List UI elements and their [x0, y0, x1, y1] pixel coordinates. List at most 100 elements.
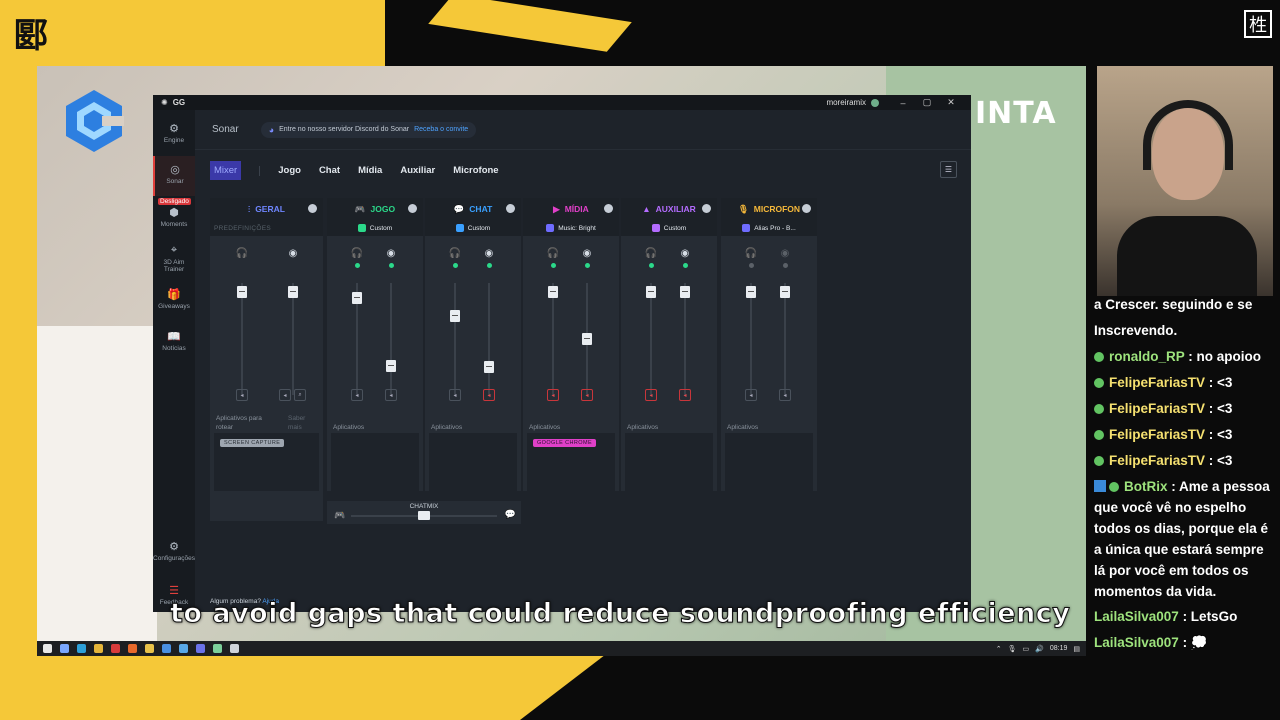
mute-button[interactable]: ◂	[745, 389, 757, 401]
gear-icon[interactable]	[308, 204, 317, 213]
monitor-button[interactable]: ⌕	[294, 389, 306, 401]
stream-fader[interactable]: ◉	[383, 248, 399, 395]
channel-preset[interactable]: Custom	[621, 220, 717, 236]
app-icon[interactable]	[162, 644, 171, 653]
apps-dropzone[interactable]: SCREEN CAPTURE	[214, 433, 319, 491]
headphone-fader[interactable]: 🎧	[743, 248, 759, 395]
chatmix-slider[interactable]: CHATMIX 🎮 💬	[327, 501, 521, 524]
tab-game[interactable]: Jogo	[278, 165, 301, 176]
fader-knob[interactable]	[680, 286, 690, 298]
fader-track[interactable]	[292, 283, 294, 395]
apps-dropzone[interactable]	[725, 433, 813, 491]
channel-preset[interactable]: Music: Bright	[523, 220, 619, 236]
mute-button[interactable]: ◂	[351, 389, 363, 401]
fader-track[interactable]	[784, 283, 786, 395]
sidebar-item-news[interactable]: 📖 Notícias	[153, 330, 195, 352]
username[interactable]: moreiramix	[826, 98, 866, 107]
fader-knob[interactable]	[548, 286, 558, 298]
fader-knob[interactable]	[237, 286, 247, 298]
sidebar-item-sonar[interactable]: ◎ Sonar	[153, 156, 195, 196]
sidebar-item-moments[interactable]: ⬢ Moments	[153, 206, 195, 228]
mute-button-active[interactable]: ◂	[679, 389, 691, 401]
app-icon[interactable]	[111, 644, 120, 653]
stream-fader[interactable]: ◉	[481, 248, 497, 395]
discord-banner[interactable]: ◕ Entre no nosso servidor Discord do Son…	[260, 121, 477, 138]
mute-button[interactable]: ◂	[779, 389, 791, 401]
gear-icon[interactable]	[506, 204, 515, 213]
folder-icon[interactable]	[145, 644, 154, 653]
mute-button-active[interactable]: ◂	[547, 389, 559, 401]
mute-button-active[interactable]: ◂	[581, 389, 593, 401]
mute-button[interactable]: ◂	[236, 389, 248, 401]
fader-track[interactable]	[552, 283, 554, 395]
tab-aux[interactable]: Auxiliar	[400, 165, 435, 176]
chrome-icon[interactable]	[94, 644, 103, 653]
mute-button[interactable]: ◂	[385, 389, 397, 401]
learn-more-link[interactable]: Saber mais	[288, 414, 314, 432]
minimize-button[interactable]: –	[891, 98, 915, 108]
fader-track[interactable]	[488, 283, 490, 395]
gear-icon[interactable]	[802, 204, 811, 213]
steelseries-icon[interactable]	[230, 644, 239, 653]
gear-icon[interactable]	[702, 204, 711, 213]
fader-knob[interactable]	[386, 360, 396, 372]
apps-dropzone[interactable]	[429, 433, 517, 491]
chevron-up-icon[interactable]: ⌃	[996, 645, 1002, 653]
tab-media[interactable]: Mídia	[358, 165, 382, 176]
fader-knob[interactable]	[450, 310, 460, 322]
fader-track[interactable]	[650, 283, 652, 395]
channel-preset[interactable]: Custom	[425, 220, 521, 236]
headphone-fader[interactable]: 🎧	[234, 248, 250, 395]
fader-knob[interactable]	[746, 286, 756, 298]
tab-mic[interactable]: Microfone	[453, 165, 498, 176]
headphone-fader[interactable]: 🎧	[447, 248, 463, 395]
mute-button[interactable]: ◂	[449, 389, 461, 401]
fader-track[interactable]	[241, 283, 243, 395]
stream-fader[interactable]: ◉	[677, 248, 693, 395]
app-chip[interactable]: GOOGLE CHROME	[533, 439, 597, 447]
fader-knob[interactable]	[780, 286, 790, 298]
stream-fader[interactable]: ◉	[777, 248, 793, 395]
mute-button[interactable]: ◂	[279, 389, 291, 401]
clock[interactable]: 08:19	[1050, 645, 1068, 652]
edge-icon[interactable]	[77, 644, 86, 653]
sidebar-item-settings[interactable]: ⚙ Configurações	[153, 540, 195, 562]
mic-icon[interactable]: 🎙	[1008, 645, 1017, 653]
notifications-icon[interactable]: ▤	[1073, 645, 1080, 653]
headphone-fader[interactable]: 🎧	[643, 248, 659, 395]
apps-dropzone[interactable]	[331, 433, 419, 491]
firefox-icon[interactable]	[128, 644, 137, 653]
fader-track[interactable]	[454, 283, 456, 395]
gear-icon[interactable]	[408, 204, 417, 213]
channel-preset[interactable]: Alias Pro - B...	[721, 220, 817, 236]
mute-button-active[interactable]: ◂	[645, 389, 657, 401]
app-chip[interactable]: SCREEN CAPTURE	[220, 439, 285, 447]
stream-fader[interactable]: ◉	[579, 248, 595, 395]
fader-knob[interactable]	[484, 361, 494, 373]
sidebar-item-giveaways[interactable]: 🎁 Giveaways	[153, 288, 195, 310]
fader-knob[interactable]	[352, 292, 362, 304]
apps-dropzone[interactable]	[625, 433, 713, 491]
channel-preset[interactable]: Custom	[327, 220, 423, 236]
chatmix-knob[interactable]	[418, 511, 430, 520]
avatar[interactable]	[871, 98, 879, 107]
fader-track[interactable]	[750, 283, 752, 395]
mute-button-active[interactable]: ◂	[483, 389, 495, 401]
gear-icon[interactable]	[604, 204, 613, 213]
app-icon[interactable]	[179, 644, 188, 653]
discord-icon[interactable]	[196, 644, 205, 653]
network-icon[interactable]: ▭	[1023, 645, 1030, 653]
fader-track[interactable]	[684, 283, 686, 395]
sidebar-item-engine[interactable]: ⚙ Engine	[153, 122, 195, 144]
discord-invite-link[interactable]: Receba o convite	[414, 126, 468, 133]
fader-knob[interactable]	[288, 286, 298, 298]
tab-mixer[interactable]: Mixer	[210, 161, 242, 180]
stream-fader[interactable]: ◉	[285, 248, 301, 395]
close-button[interactable]: ✕	[939, 97, 963, 108]
fader-knob[interactable]	[582, 333, 592, 345]
fader-knob[interactable]	[646, 286, 656, 298]
fader-track[interactable]	[390, 283, 392, 395]
sidebar-item-aim-trainer[interactable]: ⌖ 3D Aim Trainer	[153, 244, 195, 273]
maximize-button[interactable]: ▢	[915, 97, 939, 108]
start-icon[interactable]	[43, 644, 52, 653]
